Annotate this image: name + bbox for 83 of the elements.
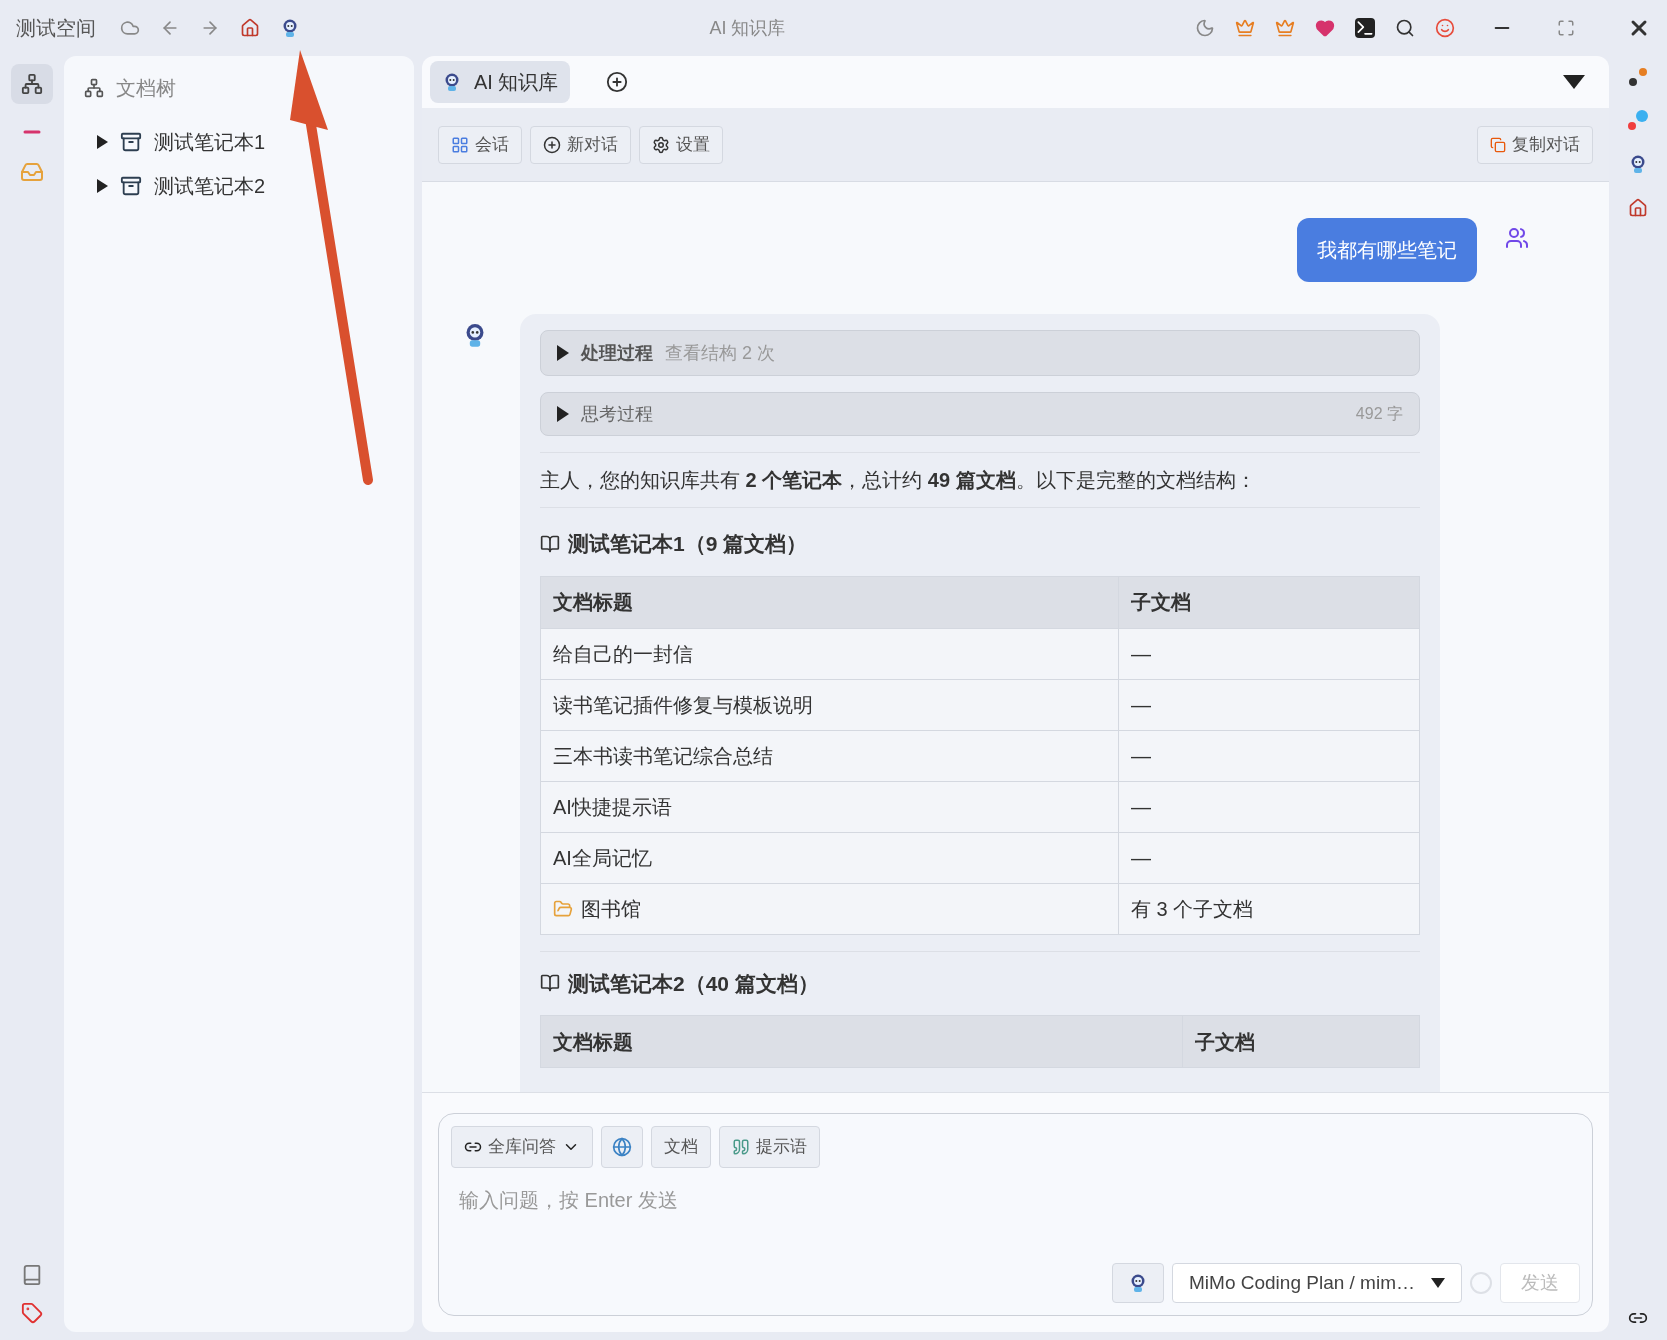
user-avatar-icon [1505, 226, 1529, 250]
doc-title: AI全局记忆 [553, 845, 652, 871]
summary-text: 主人，您的知识库共有 2 个笔记本，总计约 49 篇文档。以下是完整的文档结构： [540, 469, 1256, 491]
step-detail: 492 字 [1355, 404, 1403, 424]
collapsible-step[interactable]: 思考过程 492 字 [540, 392, 1420, 436]
cabinet-icon [120, 131, 142, 153]
section-heading: 测试笔记本1（9 篇文档） [568, 531, 808, 557]
add-tab-icon[interactable] [606, 71, 629, 93]
home-icon[interactable] [1628, 198, 1648, 218]
settings-icon [652, 135, 670, 154]
spinner-icon [1470, 1272, 1492, 1294]
table-cell: — [1118, 678, 1419, 730]
copy-chat-button[interactable]: 复制对话 [1477, 125, 1593, 164]
agent-button[interactable] [1112, 1263, 1165, 1303]
web-search-button[interactable] [601, 1126, 643, 1168]
cabinet-icon [120, 175, 142, 197]
doc-title: AI快捷提示语 [553, 794, 672, 820]
tag-icon[interactable] [21, 1302, 43, 1324]
maximize-icon[interactable] [1557, 19, 1575, 37]
tree-icon [21, 73, 43, 95]
toolbar-button[interactable]: 新对话 [530, 125, 631, 164]
grid-icon [451, 135, 469, 154]
doc-title: 三本书读书笔记综合总结 [553, 743, 773, 769]
section-heading: 测试笔记本2（40 篇文档） [568, 970, 819, 997]
bubbles-icon[interactable] [1628, 110, 1648, 130]
doc-tree-rail-button[interactable] [11, 64, 53, 104]
column-header: 子文档 [1182, 1016, 1419, 1067]
notebook-icon [540, 973, 560, 994]
table-cell: — [1118, 729, 1419, 781]
step-title: 思考过程 [581, 402, 653, 426]
prompts-button[interactable]: 提示语 [719, 1126, 820, 1168]
home-icon[interactable] [240, 18, 260, 38]
toolbar-button[interactable]: 设置 [639, 125, 723, 164]
doc-title: 给自己的一封信 [553, 641, 693, 667]
smile-icon[interactable] [1435, 18, 1455, 38]
sidebar-title: 文档树 [116, 76, 176, 101]
dots-icon[interactable] [1629, 68, 1647, 86]
globe-icon [612, 1137, 632, 1157]
tree-item[interactable]: 测试笔记本1 [80, 124, 398, 160]
notebook-name[interactable]: 测试笔记本2 [154, 171, 266, 201]
doc-title: 图书馆 [581, 896, 641, 922]
dropdown-caret-icon[interactable] [1563, 75, 1585, 89]
caret-icon [1431, 1278, 1445, 1288]
column-header: 子文档 [1118, 576, 1419, 628]
crown-icon[interactable] [1235, 18, 1255, 38]
notebook-name[interactable]: 测试笔记本1 [154, 127, 266, 157]
cloud-icon[interactable] [120, 18, 140, 38]
user-message-bubble: 我都有哪些笔记 [1297, 218, 1477, 282]
docs-button[interactable]: 文档 [651, 1126, 711, 1168]
moon-icon[interactable] [1195, 18, 1215, 38]
tree-icon [84, 78, 104, 98]
expand-caret-icon[interactable] [96, 179, 108, 193]
table-cell: — [1118, 627, 1419, 679]
window-title: AI 知识库 [709, 16, 786, 40]
step-detail: 查看结构 2 次 [665, 341, 775, 365]
tree-item[interactable]: 测试笔记本2 [80, 168, 398, 204]
expand-caret-icon[interactable] [557, 345, 569, 361]
notebook-icon [540, 533, 560, 554]
plus-circle-icon [543, 135, 561, 154]
crown-icon[interactable] [1275, 18, 1295, 38]
table-cell: — [1118, 780, 1419, 832]
model-dropdown[interactable]: MiMo Coding Plan / mim… [1172, 1263, 1462, 1303]
column-header: 文档标题 [541, 576, 1118, 628]
copy-icon [1490, 136, 1506, 153]
question-input[interactable]: 输入问题，按 Enter 发送 [451, 1180, 1580, 1220]
workspace-name[interactable]: 测试空间 [16, 13, 96, 43]
folder-icon [553, 898, 573, 919]
quote-icon [732, 1138, 750, 1156]
toolbar-button[interactable]: 会话 [438, 125, 522, 164]
step-title: 处理过程 [581, 341, 653, 365]
expand-caret-icon[interactable] [557, 406, 569, 422]
tab[interactable]: AI 知识库 [430, 61, 571, 103]
doc-title: 读书笔记插件修复与模板说明 [553, 692, 813, 718]
heart-icon[interactable] [1315, 18, 1335, 38]
mode-dropdown[interactable]: 全库问答 [451, 1126, 593, 1168]
table-cell: 有 3 个子文档 [1118, 882, 1419, 934]
search-icon[interactable] [1395, 18, 1415, 38]
book-icon[interactable] [21, 1264, 43, 1286]
terminal-icon[interactable] [1355, 18, 1375, 38]
table-cell: — [1118, 831, 1419, 883]
column-header: 文档标题 [541, 1016, 1182, 1067]
expand-caret-icon[interactable] [96, 135, 108, 149]
collapsible-step[interactable]: 处理过程 查看结构 2 次 [540, 330, 1420, 376]
